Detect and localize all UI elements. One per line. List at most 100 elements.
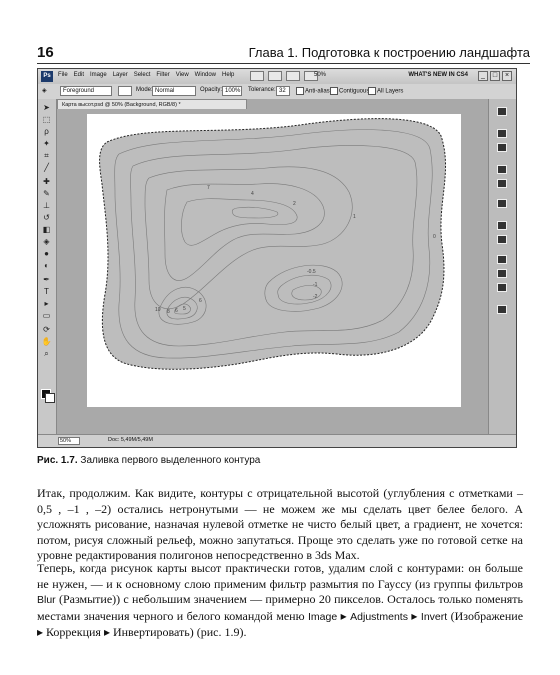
- history-panel-icon[interactable]: [497, 107, 507, 116]
- menu-arrow-icon: ▸: [340, 608, 347, 623]
- tolerance-input[interactable]: 32: [276, 86, 290, 96]
- zoom-level-select[interactable]: 50%: [314, 72, 326, 78]
- dodge-tool-icon[interactable]: ◐: [41, 261, 52, 270]
- photoshop-screenshot: Ps File Edit Image Layer Select Filter V…: [37, 68, 517, 448]
- check-icon: [296, 87, 304, 95]
- document-size-info[interactable]: Doc: 5,49M/5,49M: [108, 437, 153, 443]
- tolerance-label: Tolerance:: [248, 87, 276, 93]
- pattern-picker[interactable]: [118, 86, 132, 96]
- contour-label: 2: [293, 201, 296, 207]
- contour-label: 8: [167, 309, 170, 315]
- header-rule: [37, 63, 530, 64]
- path-selection-tool-icon[interactable]: ▸: [41, 299, 52, 308]
- launch-bridge-icon[interactable]: [250, 71, 264, 81]
- menu-term-blur: Blur: [37, 594, 56, 606]
- menu-file[interactable]: File: [58, 72, 68, 78]
- move-tool-icon[interactable]: ➤: [41, 103, 52, 112]
- check-icon: [368, 87, 376, 95]
- canvas[interactable]: 7 4 2 1 0 -0.5 -1 -2 10 8 6 5 6: [87, 114, 461, 407]
- contour-label: 10: [155, 307, 161, 313]
- swatches-panel-icon[interactable]: [497, 143, 507, 152]
- shape-tool-icon[interactable]: ▭: [41, 311, 52, 320]
- paint-bucket-tool-icon[interactable]: ◈: [41, 237, 52, 246]
- contour-label: 7: [207, 185, 210, 191]
- brushes-panel-icon[interactable]: [497, 305, 507, 314]
- fill-source-select[interactable]: Foreground: [60, 86, 112, 96]
- contiguous-label: Contiguous: [339, 88, 370, 95]
- hand-tool-icon[interactable]: ✋: [41, 337, 52, 346]
- contour-label: 6: [175, 308, 178, 314]
- opacity-input[interactable]: 100%: [222, 86, 242, 96]
- page-number: 16: [37, 44, 54, 61]
- contiguous-checkbox[interactable]: Contiguous: [330, 87, 369, 95]
- contour-label: 0: [433, 234, 436, 240]
- brush-tool-icon[interactable]: ✎: [41, 189, 52, 198]
- mode-label: Mode:: [136, 87, 153, 93]
- contour-label: -2: [313, 294, 318, 300]
- antialias-checkbox[interactable]: Anti-alias: [296, 87, 330, 95]
- history-brush-tool-icon[interactable]: ↺: [41, 213, 52, 222]
- tools-panel: ➤ ⬚ ρ ✦ ⌗ ╱ ✚ ✎ ⊥ ↺ ◧ ◈ ● ◐ ✒ T ▸ ▭ ⟳ ✋ …: [38, 99, 57, 435]
- figure-caption: Рис. 1.7. Заливка первого выделенного ко…: [37, 455, 260, 466]
- contour-label: -0.5: [307, 269, 316, 275]
- eraser-tool-icon[interactable]: ◧: [41, 225, 52, 234]
- masks-panel-icon[interactable]: [497, 179, 507, 188]
- photoshop-logo-icon: Ps: [41, 71, 53, 82]
- lasso-tool-icon[interactable]: ρ: [41, 127, 52, 136]
- menu-select[interactable]: Select: [134, 72, 151, 78]
- layers-panel-icon[interactable]: [497, 199, 507, 208]
- type-tool-icon[interactable]: T: [41, 287, 52, 296]
- navigator-panel-icon[interactable]: [497, 269, 507, 278]
- menu-edit[interactable]: Edit: [74, 72, 84, 78]
- paths-panel-icon[interactable]: [497, 235, 507, 244]
- status-bar: 50% Doc: 5,49M/5,49M: [38, 434, 516, 447]
- clone-stamp-tool-icon[interactable]: ⊥: [41, 201, 52, 210]
- color-panel-icon[interactable]: [497, 129, 507, 138]
- menu-view[interactable]: View: [176, 72, 189, 78]
- menu-window[interactable]: Window: [195, 72, 216, 78]
- options-bar: ◈ Foreground Mode: Normal Opacity: 100% …: [38, 84, 516, 100]
- background-color-swatch[interactable]: [45, 393, 55, 403]
- menu-filter[interactable]: Filter: [156, 72, 169, 78]
- menu-image[interactable]: Image: [90, 72, 107, 78]
- blur-tool-icon[interactable]: ●: [41, 249, 52, 258]
- crop-tool-icon[interactable]: ⌗: [41, 151, 52, 160]
- menu-bar: Ps File Edit Image Layer Select Filter V…: [38, 69, 516, 85]
- close-button[interactable]: ×: [502, 71, 512, 81]
- figure-caption-text: Заливка первого выделенного контура: [80, 455, 261, 466]
- minimize-button[interactable]: _: [478, 71, 488, 81]
- healing-brush-tool-icon[interactable]: ✚: [41, 177, 52, 186]
- menu-layer[interactable]: Layer: [113, 72, 128, 78]
- pen-tool-icon[interactable]: ✒: [41, 275, 52, 284]
- document-tab[interactable]: Карта высот.psd @ 50% (Background, RGB/8…: [57, 99, 247, 109]
- window-controls: _ □ ×: [478, 71, 512, 81]
- 3d-rotate-tool-icon[interactable]: ⟳: [41, 325, 52, 334]
- marquee-tool-icon[interactable]: ⬚: [41, 115, 52, 124]
- mode-select[interactable]: Normal: [152, 86, 196, 96]
- status-zoom-input[interactable]: 50%: [58, 437, 80, 445]
- view-extras-icon[interactable]: [268, 71, 282, 81]
- info-panel-icon[interactable]: [497, 283, 507, 292]
- all-layers-label: All Layers: [377, 88, 404, 95]
- magic-wand-tool-icon[interactable]: ✦: [41, 139, 52, 148]
- eyedropper-tool-icon[interactable]: ╱: [41, 163, 52, 172]
- workspace-switcher[interactable]: WHAT'S NEW IN CS4: [408, 72, 468, 78]
- hand-tool-icon[interactable]: [286, 71, 300, 81]
- body-paragraph-2: Теперь, когда рисунок карты высот практи…: [37, 561, 523, 641]
- maximize-button[interactable]: □: [490, 71, 500, 81]
- zoom-tool-icon[interactable]: ⌕: [41, 349, 52, 358]
- adjustments-panel-icon[interactable]: [497, 165, 507, 174]
- channels-panel-icon[interactable]: [497, 221, 507, 230]
- menu-list: File Edit Image Layer Select Filter View…: [58, 72, 234, 78]
- menu-term-adjustments: Adjustments: [350, 610, 408, 623]
- paint-bucket-icon[interactable]: ◈: [42, 87, 47, 94]
- document-window: Карта высот.psd @ 50% (Background, RGB/8…: [57, 99, 488, 435]
- contour-label: -1: [313, 282, 318, 288]
- menu-help[interactable]: Help: [222, 72, 234, 78]
- filled-selection-area: [99, 118, 447, 370]
- all-layers-checkbox[interactable]: All Layers: [368, 87, 403, 95]
- 3d-panel-icon[interactable]: [497, 255, 507, 264]
- contour-label: 1: [353, 214, 356, 220]
- body-paragraph-1: Итак, продолжим. Как видите, контуры с о…: [37, 486, 523, 562]
- p2-text-a: Теперь, когда рисунок карты высот практи…: [37, 561, 523, 591]
